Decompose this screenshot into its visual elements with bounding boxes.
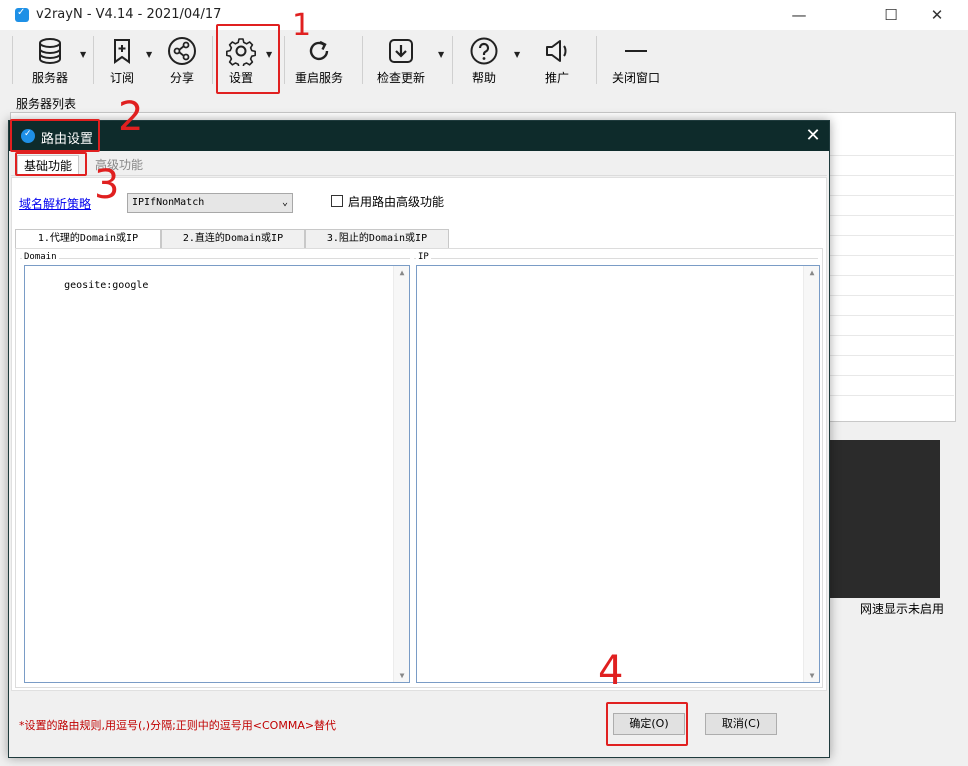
- speaker-icon: [546, 40, 567, 62]
- annotation-step-3: 3: [94, 162, 120, 208]
- scroll-down-icon[interactable]: ▼: [804, 671, 820, 680]
- log-scrollbar[interactable]: [940, 440, 956, 598]
- routing-settings-dialog: 路由设置 ✕ 基础功能 高级功能 域名解析策略 IPIfNonMatch ⌄ 启…: [8, 120, 830, 758]
- list-row: [826, 395, 954, 396]
- toolbar-separator: [284, 36, 285, 84]
- routing-rules-hint: *设置的路由规则,用逗号(,)分隔;正则中的逗号用<COMMA>替代: [19, 719, 337, 732]
- subscribe-button[interactable]: 订阅: [102, 34, 142, 86]
- group-border: [414, 258, 818, 259]
- dialog-close-button[interactable]: ✕: [801, 124, 825, 148]
- update-dropdown-icon[interactable]: ▼: [438, 50, 444, 59]
- list-row: [826, 255, 954, 256]
- cancel-button[interactable]: 取消(C): [705, 713, 777, 735]
- domain-strategy-link[interactable]: 域名解析策略: [19, 195, 91, 212]
- enable-advanced-checkbox[interactable]: [331, 195, 343, 207]
- annotation-box-ok: [606, 702, 688, 746]
- close-button[interactable]: ✕: [914, 3, 960, 27]
- servers-dropdown-icon[interactable]: ▼: [80, 50, 86, 59]
- annotation-step-2: 2: [118, 94, 144, 140]
- dialog-tabs: 基础功能 高级功能: [11, 152, 827, 176]
- help-icon: [470, 37, 498, 65]
- minimize-button[interactable]: —: [776, 3, 822, 27]
- scroll-down-icon[interactable]: ▼: [394, 671, 410, 680]
- window-title: v2rayN - V4.14 - 2021/04/17: [36, 7, 222, 22]
- list-row: [826, 375, 954, 376]
- servers-button[interactable]: 服务器: [22, 34, 78, 86]
- close-window-label: 关闭窗口: [611, 71, 660, 85]
- check-update-label: 检查更新: [376, 71, 425, 85]
- maximize-button[interactable]: ☐: [868, 3, 914, 27]
- domain-rules-textarea[interactable]: geosite:google ▲ ▼: [24, 265, 410, 683]
- app-icon: [15, 7, 29, 22]
- ip-rules-textarea[interactable]: ▲ ▼: [416, 265, 820, 683]
- database-icon: [39, 38, 61, 65]
- annotation-box-dialog-title: [10, 119, 100, 152]
- servers-label: 服务器: [31, 71, 68, 85]
- share-button[interactable]: 分享: [160, 34, 204, 86]
- enable-advanced-label: 启用路由高级功能: [348, 195, 445, 209]
- toolbar: 服务器 ▼ 订阅 ▼ 分享 设置 ▼ 重启服务 检查更新 ▼ 帮助 ▼ 推广 关…: [0, 30, 968, 92]
- restart-service-label: 重启服务: [294, 71, 343, 85]
- toolbar-separator: [12, 36, 13, 84]
- list-row: [826, 195, 954, 196]
- minimize-icon: [625, 50, 647, 52]
- ip-scrollbar[interactable]: ▲ ▼: [803, 266, 819, 682]
- check-update-button[interactable]: 检查更新: [372, 34, 430, 86]
- annotation-box-basic-tab: [15, 152, 87, 176]
- subscribe-dropdown-icon[interactable]: ▼: [146, 50, 152, 59]
- toolbar-separator: [452, 36, 453, 84]
- download-icon: [389, 39, 413, 63]
- list-row: [826, 315, 954, 316]
- toolbar-separator: [93, 36, 94, 84]
- annotation-step-1: 1: [292, 8, 312, 43]
- domain-scrollbar[interactable]: ▲ ▼: [393, 266, 409, 682]
- help-button[interactable]: 帮助: [464, 34, 504, 86]
- share-label: 分享: [169, 71, 194, 85]
- log-panel: [826, 440, 956, 598]
- chevron-down-icon: ⌄: [281, 197, 288, 208]
- list-row: [826, 275, 954, 276]
- annotation-step-4: 4: [598, 648, 624, 694]
- toolbar-separator: [212, 36, 213, 84]
- domain-strategy-select[interactable]: IPIfNonMatch ⌄: [127, 193, 293, 213]
- server-list-label: 服务器列表: [16, 97, 77, 111]
- subscribe-label: 订阅: [109, 71, 134, 85]
- promote-button[interactable]: 推广: [536, 34, 578, 86]
- domain-rules-value: geosite:google: [64, 280, 149, 291]
- toolbar-separator: [596, 36, 597, 84]
- scroll-up-icon[interactable]: ▲: [804, 268, 820, 277]
- list-row: [826, 335, 954, 336]
- list-row: [826, 155, 954, 156]
- ip-group-label: IP: [416, 252, 431, 262]
- tab-direct-rules[interactable]: 2.直连的Domain或IP: [161, 229, 305, 249]
- proxy-rules-panel: Domain IP geosite:google ▲ ▼ ▲ ▼: [15, 248, 823, 688]
- title-bar: v2rayN - V4.14 - 2021/04/17 — ☐ ✕: [0, 0, 968, 30]
- tab-block-rules[interactable]: 3.阻止的Domain或IP: [305, 229, 449, 249]
- list-row: [826, 235, 954, 236]
- toolbar-separator: [362, 36, 363, 84]
- rule-sub-tabs: 1.代理的Domain或IP 2.直连的Domain或IP 3.阻止的Domai…: [15, 229, 823, 250]
- domain-group-label: Domain: [22, 252, 59, 262]
- annotation-box-settings: [216, 24, 280, 94]
- help-label: 帮助: [471, 71, 496, 85]
- speed-status: 网速显示未启用: [860, 602, 945, 616]
- scroll-up-icon[interactable]: ▲: [394, 268, 410, 277]
- close-window-button[interactable]: 关闭窗口: [606, 34, 666, 86]
- list-row: [826, 215, 954, 216]
- help-dropdown-icon[interactable]: ▼: [514, 50, 520, 59]
- list-row: [826, 175, 954, 176]
- share-icon: [168, 37, 196, 65]
- domain-strategy-value: IPIfNonMatch: [132, 197, 205, 208]
- group-border: [20, 258, 410, 259]
- promote-label: 推广: [544, 71, 569, 85]
- list-row: [826, 355, 954, 356]
- bookmark-add-icon: [114, 39, 130, 64]
- tab-proxy-rules[interactable]: 1.代理的Domain或IP: [15, 229, 161, 250]
